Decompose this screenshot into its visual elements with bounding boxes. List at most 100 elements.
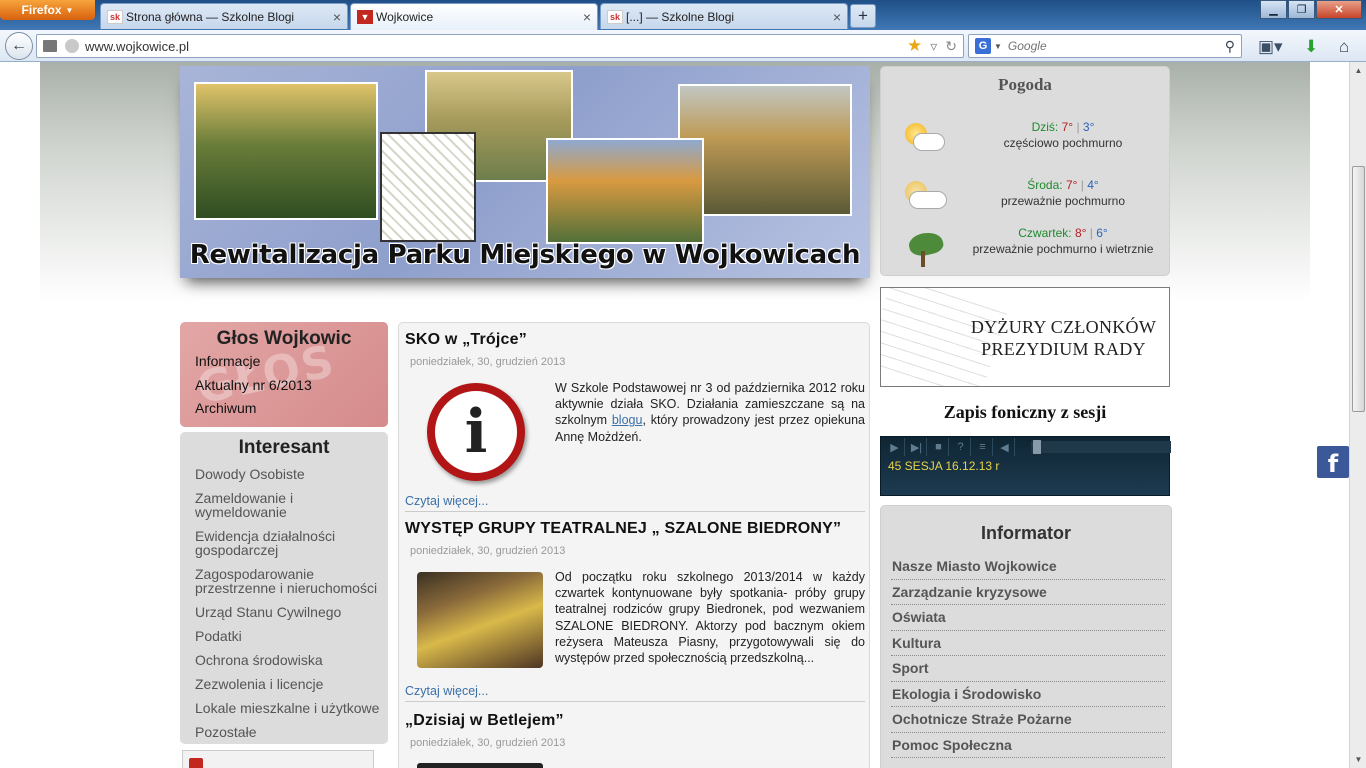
mostly-cloudy-icon <box>903 179 947 213</box>
interesant-link[interactable]: Ochrona środowiska <box>195 652 388 676</box>
playlist-icon[interactable]: ≡ <box>973 438 993 456</box>
minimize-icon: ▁ <box>1269 4 1278 16</box>
weather-high: 7° <box>1061 120 1074 134</box>
scroll-up-icon[interactable]: ▲ <box>1350 62 1366 79</box>
download-icon[interactable]: ⬇ <box>1304 37 1318 57</box>
tab-szkolne-blogi-post[interactable]: sk [...] — Szkolne Blogi × <box>600 3 848 29</box>
new-tab-button[interactable]: + <box>850 4 876 28</box>
interesant-link[interactable]: Lokale mieszkalne i użytkowe <box>195 700 388 724</box>
address-bar[interactable]: www.wojkowice.pl ★ ▿ ↻ <box>36 34 964 58</box>
interesant-link[interactable]: Zezwolenia i licencje <box>195 676 388 700</box>
read-more-link[interactable]: Czytaj więcej... <box>405 494 488 508</box>
informator-item[interactable]: Oświata <box>891 605 1165 631</box>
article-title[interactable]: „Dzisiaj w Betlejem” <box>405 712 865 730</box>
weather-day: Środa: <box>1027 178 1063 192</box>
stop-icon[interactable]: ■ <box>929 438 949 456</box>
informator-item[interactable]: Ochotnicze Straże Pożarne <box>891 707 1165 733</box>
park-photo <box>194 82 378 220</box>
informator-item[interactable]: Sport <box>891 656 1165 682</box>
article-title[interactable]: SKO w „Trójce” <box>405 331 865 349</box>
tab-title: Strona główna — Szkolne Blogi <box>126 9 295 24</box>
search-bar[interactable]: G ▼ ⚲ <box>968 34 1242 58</box>
search-input[interactable] <box>1007 39 1225 53</box>
scroll-down-icon[interactable]: ▼ <box>1350 751 1366 768</box>
tab-wojkowice[interactable]: ▼ Wojkowice × <box>350 3 598 30</box>
article-thumbnail[interactable] <box>417 763 543 768</box>
informator-item[interactable]: Nasze Miasto Wojkowice <box>891 554 1165 580</box>
theatre-play-photo <box>417 572 543 668</box>
news-article: „Dzisiaj w Betlejem” poniedziałek, 30, g… <box>405 712 865 768</box>
header-banner[interactable]: Rewitalizacja Parku Miejskiego w Wojkowi… <box>180 66 870 278</box>
news-list: SKO w „Trójce” poniedziałek, 30, grudzie… <box>398 322 870 768</box>
interesant-link[interactable]: Dowody Osobiste <box>195 466 388 490</box>
history-dropdown-icon[interactable]: ▿ <box>930 38 937 55</box>
article-thumbnail[interactable]: i <box>427 383 525 481</box>
article-title[interactable]: WYSTĘP GRUPY TEATRALNEJ „ SZALONE BIEDRO… <box>405 520 865 538</box>
crest-favicon-icon: ▼ <box>357 10 373 24</box>
informator-item[interactable]: Zarządzanie kryzysowe <box>891 580 1165 605</box>
tab-title: Wojkowice <box>376 10 434 24</box>
site-identity-icon[interactable] <box>43 40 57 52</box>
audio-progress-bar[interactable] <box>1031 441 1171 453</box>
interesant-link[interactable]: Pozostałe <box>195 724 388 748</box>
help-icon[interactable]: ? <box>951 438 971 456</box>
firefox-menu-button[interactable]: Firefox ▼ <box>0 0 95 20</box>
bookmarks-menu-icon[interactable]: ▣▾ <box>1258 37 1283 57</box>
audio-seek-handle[interactable] <box>1033 440 1041 454</box>
maximize-button[interactable]: ❐ <box>1288 0 1315 19</box>
glos-link-informacje[interactable]: Informacje <box>195 350 388 374</box>
informator-item[interactable]: Ekologia i Środowisko <box>891 682 1165 707</box>
weather-description: częściowo pochmurno <box>1003 136 1123 150</box>
article-date: poniedziałek, 30, grudzień 2013 <box>410 737 566 749</box>
scrollbar-thumb[interactable] <box>1352 166 1365 412</box>
facebook-icon[interactable]: f <box>1317 446 1349 478</box>
interesant-link[interactable]: Urząd Stanu Cywilnego <box>195 604 388 628</box>
glos-wojkowic-box: GŁOS Głos Wojkowic Informacje Aktualny n… <box>180 322 388 427</box>
glos-link-current-issue[interactable]: Aktualny nr 6/2013 <box>195 374 388 398</box>
article-thumbnail[interactable] <box>417 572 543 668</box>
minimize-button[interactable]: ▁ <box>1260 0 1287 19</box>
informator-item[interactable]: Pomoc Społeczna <box>891 733 1165 758</box>
home-icon[interactable]: ⌂ <box>1339 37 1349 57</box>
next-icon[interactable]: ▶| <box>907 438 927 456</box>
nativity-photo <box>417 763 543 768</box>
left-promo-banner[interactable] <box>182 750 374 768</box>
globe-icon <box>65 39 79 53</box>
interesant-link[interactable]: Ewidencja działalności gospodarczej <box>195 528 388 566</box>
reload-icon[interactable]: ↻ <box>945 38 957 55</box>
article-excerpt: W Szkole Podstawowej nr 3 od październik… <box>555 381 865 444</box>
close-window-button[interactable]: ✕ <box>1316 0 1362 19</box>
tab-szkolne-blogi-home[interactable]: sk Strona główna — Szkolne Blogi × <box>100 3 348 29</box>
search-icon[interactable]: ⚲ <box>1225 38 1235 55</box>
interesant-link[interactable]: Zameldowanie i wymeldowanie <box>195 490 388 528</box>
read-more-link[interactable]: Czytaj więcej... <box>405 684 488 698</box>
glos-link-archive[interactable]: Archiwum <box>195 397 388 421</box>
weather-high: 7° <box>1065 178 1078 192</box>
close-icon[interactable]: × <box>333 9 341 25</box>
back-button[interactable]: ← <box>5 32 33 60</box>
news-article: SKO w „Trójce” poniedziałek, 30, grudzie… <box>405 331 865 512</box>
news-article: WYSTĘP GRUPY TEATRALNEJ „ SZALONE BIEDRO… <box>405 520 865 702</box>
bookmark-star-icon[interactable]: ★ <box>907 36 922 56</box>
play-icon[interactable]: ▶ <box>885 438 905 456</box>
tab-bar: Firefox ▼ sk Strona główna — Szkolne Blo… <box>0 0 1366 30</box>
park-photo <box>546 138 704 244</box>
interesant-link[interactable]: Zagospodarowanie przestrzenne i nierucho… <box>195 566 388 604</box>
url-text[interactable]: www.wojkowice.pl <box>85 39 899 54</box>
close-icon[interactable]: × <box>833 9 841 25</box>
vertical-scrollbar[interactable]: ▲ ▼ <box>1349 62 1366 768</box>
article-divider <box>405 701 865 702</box>
weather-description: przeważnie pochmurno <box>1000 194 1126 208</box>
informator-item[interactable]: Kultura <box>891 631 1165 656</box>
windy-icon <box>903 229 947 267</box>
browser-chrome: Firefox ▼ sk Strona główna — Szkolne Blo… <box>0 0 1366 62</box>
park-map-image <box>380 132 476 242</box>
glos-title: Głos Wojkowic <box>216 328 352 349</box>
chevron-down-icon[interactable]: ▼ <box>994 42 1002 51</box>
article-inline-link[interactable]: blogu <box>612 413 643 427</box>
google-icon[interactable]: G <box>975 38 991 54</box>
volume-icon[interactable]: ◀ <box>995 438 1015 456</box>
interesant-link[interactable]: Podatki <box>195 628 388 652</box>
duty-roster-banner[interactable]: DYŻURY CZŁONKÓW PREZYDIUM RADY <box>880 287 1170 387</box>
close-icon[interactable]: × <box>583 9 591 25</box>
